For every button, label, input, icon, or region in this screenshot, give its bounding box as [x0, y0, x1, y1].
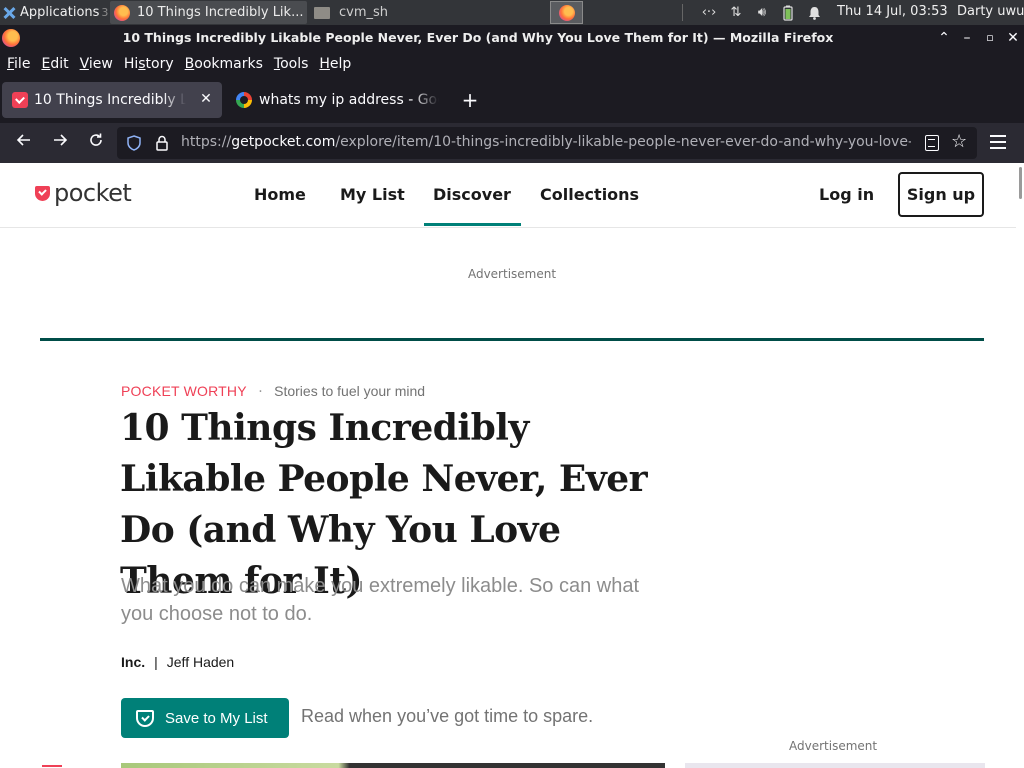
close-tab-icon[interactable]: ✕: [198, 91, 214, 107]
firefox-icon: [558, 4, 575, 21]
web-page: pocket Home My List Discover Collections…: [0, 163, 1024, 768]
scrollbar-thumb[interactable]: [1019, 167, 1022, 199]
notification-bell-icon[interactable]: [805, 0, 823, 25]
kicker-tagline: Stories to fuel your mind: [274, 383, 426, 399]
tab-pocket-article[interactable]: 10 Things Incredibly Likable People Neve…: [2, 82, 222, 118]
article-hero-image: [121, 763, 665, 768]
network-code-icon[interactable]: ‹·›: [698, 0, 720, 25]
signup-button[interactable]: Sign up: [898, 172, 984, 217]
workspace-switcher[interactable]: [550, 1, 583, 24]
xfce-logo-icon: [2, 6, 16, 20]
article-byline: Inc. | Jeff Haden: [121, 654, 234, 670]
tab-google-search[interactable]: whats my ip address - Google Search: [226, 82, 448, 118]
side-advertisement[interactable]: [685, 763, 985, 768]
article-excerpt: What you do can make you extremely likab…: [121, 575, 640, 625]
menu-bar: File Edit View History Bookmarks Tools H…: [0, 51, 1024, 77]
nav-discover[interactable]: Discover: [424, 185, 521, 226]
network-transfer-icon[interactable]: ⇅: [726, 0, 746, 25]
new-tab-plus-icon[interactable]: +: [458, 88, 482, 112]
tab-label: 10 Things Incredibly Likable People Neve…: [34, 92, 186, 108]
pocket-favicon-icon: [12, 92, 28, 108]
bookmark-star-icon[interactable]: ☆: [951, 132, 967, 152]
advertisement-label: Advertisement: [467, 267, 557, 281]
tracking-shield-icon[interactable]: [127, 135, 141, 151]
taskbar-item-label: 10 Things Incredibly Lik...: [137, 5, 304, 20]
panel-user[interactable]: Darty uwu: [957, 4, 1024, 19]
pocket-wordmark: pocket: [54, 179, 132, 207]
taskbar-item-label: cvm_sh: [339, 5, 389, 20]
save-button-label: Save to My List: [165, 709, 268, 727]
kicker-separator: ·: [258, 384, 263, 400]
read-later-note: Read when you’ve got time to spare.: [301, 706, 594, 726]
page-scrollbar[interactable]: [1016, 163, 1024, 768]
menu-edit[interactable]: Edit: [41, 56, 68, 72]
desktop-panel: Applications 3 10 Things Incredibly Lik.…: [0, 0, 1024, 25]
panel-separator: [682, 4, 683, 21]
menu-view[interactable]: View: [80, 56, 113, 72]
save-to-list-button[interactable]: Save to My List: [121, 698, 289, 738]
panel-clock[interactable]: Thu 14 Jul, 03:53: [837, 4, 948, 19]
battery-icon[interactable]: [780, 0, 796, 25]
taskbar-item-firefox[interactable]: 10 Things Incredibly Lik...: [110, 1, 307, 24]
firefox-icon: [114, 4, 130, 21]
byline-separator: |: [154, 654, 158, 670]
site-header: pocket Home My List Discover Collections…: [0, 163, 1016, 228]
applications-label: Applications: [20, 5, 100, 20]
menu-bookmarks[interactable]: Bookmarks: [185, 56, 263, 72]
tab-label: whats my ip address - Google Search: [259, 92, 439, 108]
forward-arrow-icon[interactable]: [46, 129, 74, 157]
address-bar[interactable]: https://getpocket.com/explore/item/10-th…: [117, 127, 977, 159]
applications-menu[interactable]: Applications 3: [2, 3, 108, 22]
section-divider: [40, 338, 984, 341]
google-favicon-icon: [236, 92, 252, 108]
lock-icon[interactable]: [155, 135, 169, 151]
nav-home[interactable]: Home: [254, 185, 306, 204]
reader-view-icon[interactable]: [925, 135, 939, 151]
pocket-save-icon: [136, 709, 154, 727]
volume-icon[interactable]: 🔊︎: [752, 0, 772, 25]
pocket-worthy-label[interactable]: POCKET WORTHY: [121, 383, 247, 399]
taskbar-item-cvm-sh[interactable]: cvm_sh: [310, 1, 508, 24]
menu-tools[interactable]: Tools: [274, 56, 309, 72]
restore-button[interactable]: ▫: [980, 28, 1000, 48]
pocket-logo-icon: [35, 185, 50, 201]
url-text[interactable]: https://getpocket.com/explore/item/10-th…: [181, 134, 911, 150]
side-advertisement-label: Advertisement: [789, 739, 878, 753]
maximize-chevron-icon[interactable]: ⌃: [934, 28, 954, 48]
folder-icon: [314, 6, 330, 19]
author-name: Jeff Haden: [166, 654, 235, 670]
navigation-toolbar: https://getpocket.com/explore/item/10-th…: [0, 123, 1024, 163]
pocket-logo[interactable]: pocket: [35, 179, 132, 207]
menu-help[interactable]: Help: [319, 56, 351, 72]
menu-file[interactable]: File: [7, 56, 30, 72]
tab-strip: 10 Things Incredibly Likable People Neve…: [0, 77, 1024, 123]
menu-history[interactable]: History: [124, 56, 174, 72]
login-link[interactable]: Log in: [819, 185, 874, 204]
close-window-button[interactable]: ✕: [1003, 28, 1023, 48]
publisher-name: Inc.: [121, 654, 146, 670]
nav-collections[interactable]: Collections: [540, 185, 639, 204]
article-kicker: POCKET WORTHY · Stories to fuel your min…: [121, 383, 425, 400]
window-titlebar: 10 Things Incredibly Likable People Neve…: [0, 25, 1024, 51]
nav-my-list[interactable]: My List: [340, 185, 405, 204]
back-arrow-icon[interactable]: [10, 129, 38, 157]
applications-extra: 3: [101, 6, 109, 19]
minimize-button[interactable]: –: [957, 28, 977, 48]
reload-icon[interactable]: [82, 129, 110, 157]
hamburger-menu-icon[interactable]: [990, 135, 1006, 149]
window-title: 10 Things Incredibly Likable People Neve…: [122, 30, 834, 45]
